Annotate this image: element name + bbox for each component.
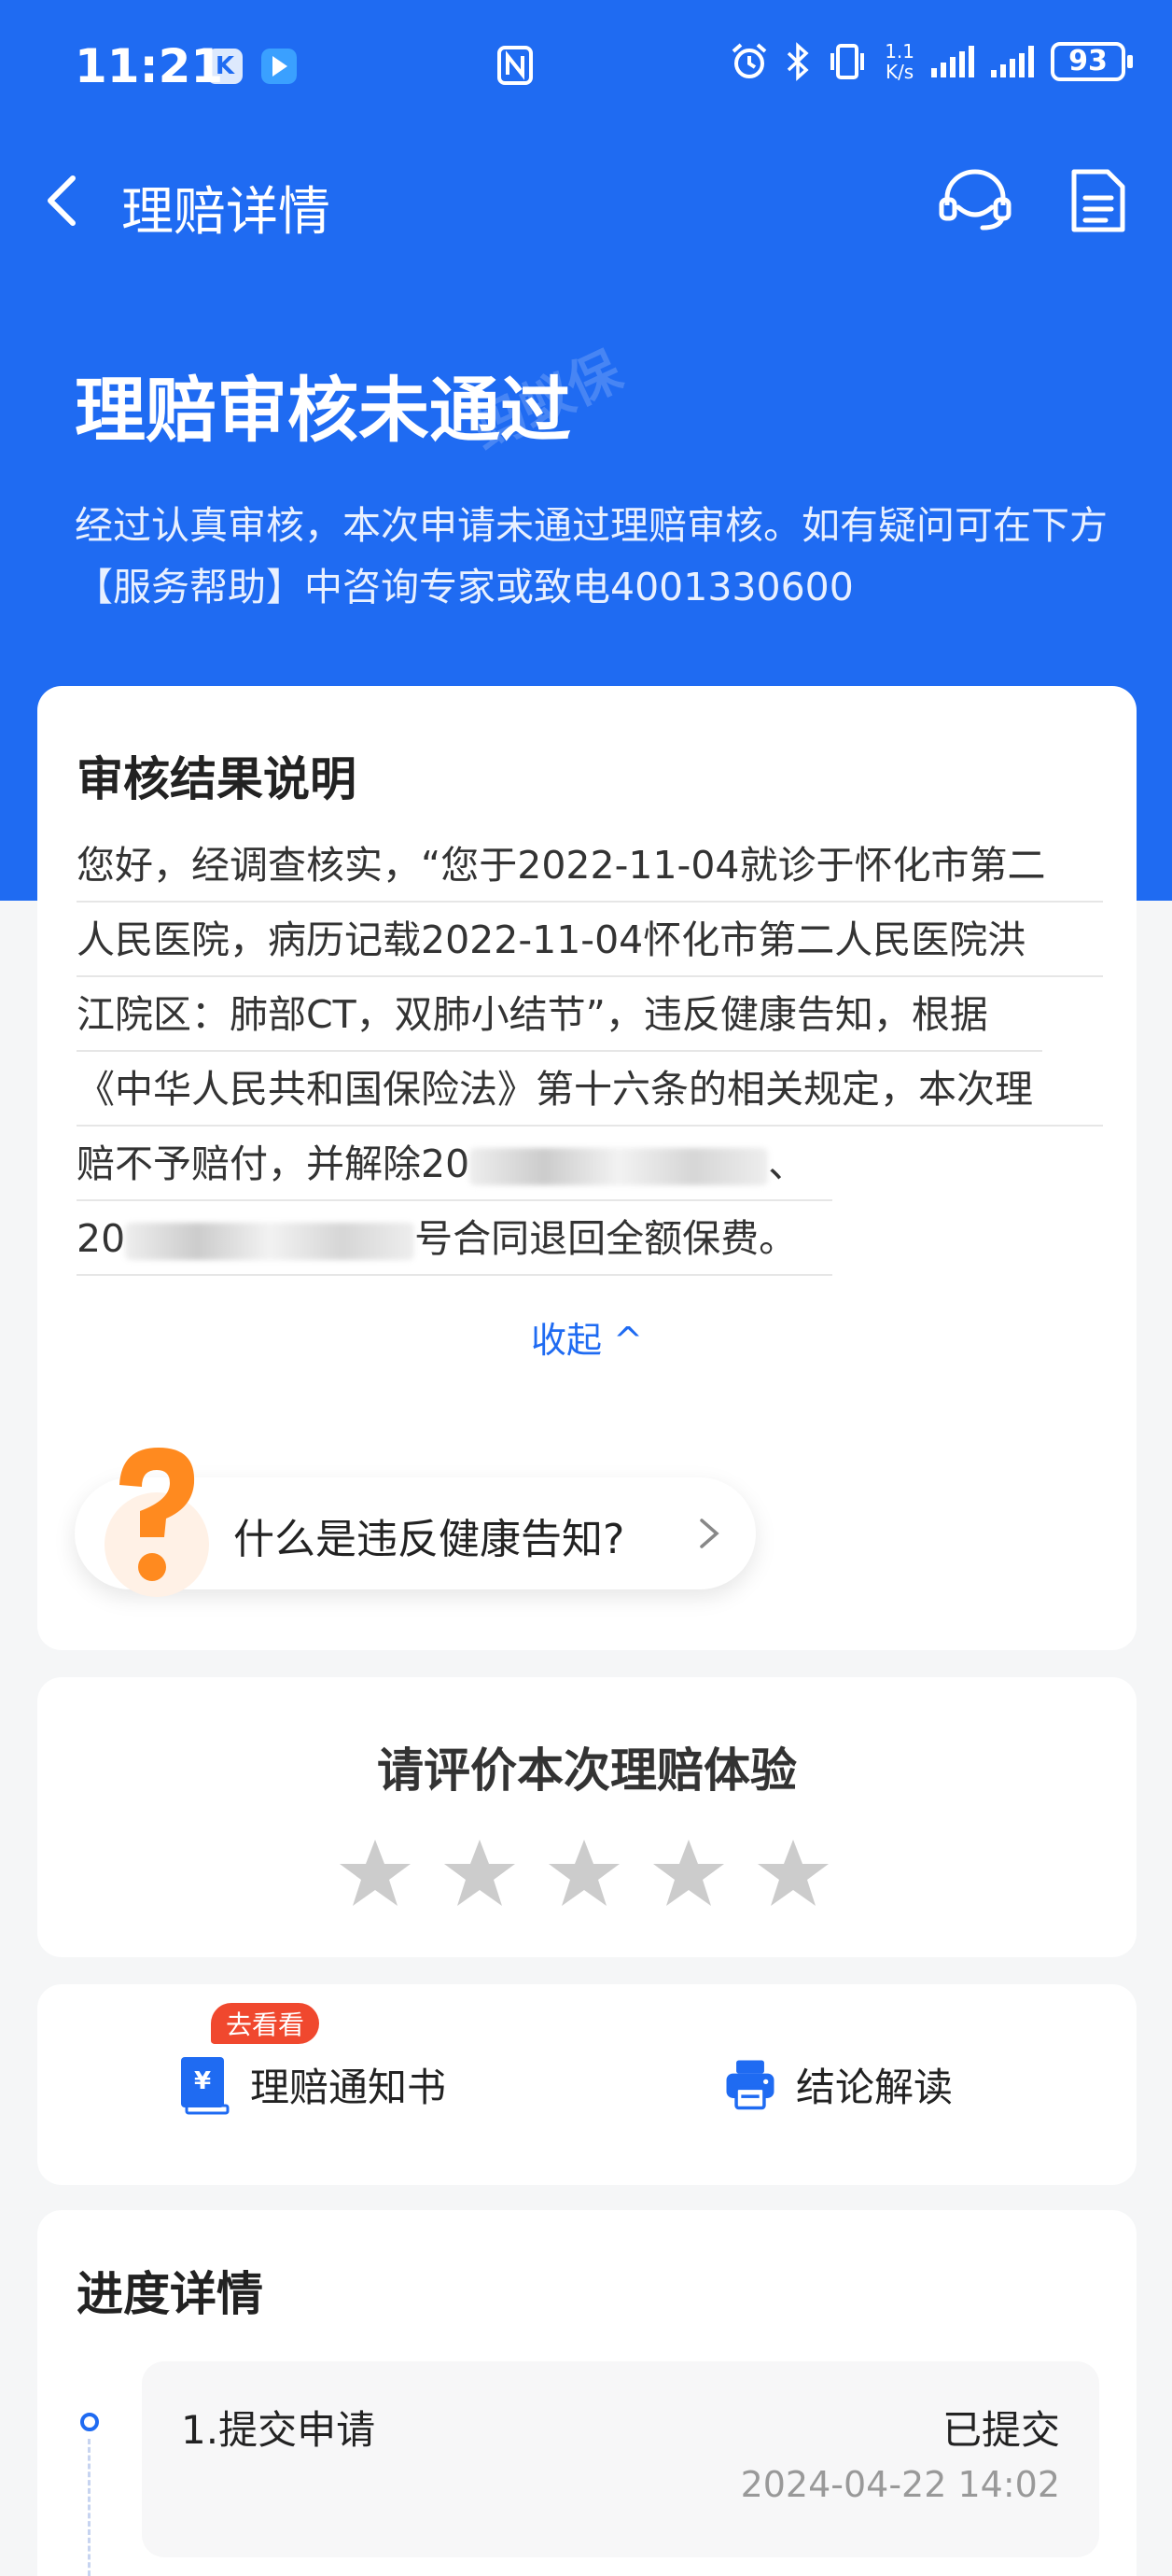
alarm-icon (732, 43, 767, 78)
nav-bar: 理赔详情 (0, 149, 1172, 252)
progress-title: 进度详情 (77, 2267, 263, 2321)
actions-card: 去看看 ¥ 理赔通知书 结论解读 (37, 1984, 1137, 2185)
progress-step: 1.提交申请 已提交 2024-04-22 14:02 (142, 2361, 1099, 2557)
document-icon[interactable] (1068, 166, 1128, 235)
result-line: 赔不予赔付，并解除20、 (77, 1127, 832, 1201)
claim-status-subtitle: 经过认真审核，本次申请未通过理赔审核。如有疑问可在下方【服务帮助】中咨询专家或致… (75, 503, 1108, 609)
result-line: 《中华人民共和国保险法》第十六条的相关规定，本次理 (77, 1052, 1103, 1127)
step-time: 2024-04-22 14:02 (740, 2464, 1060, 2505)
rating-title: 请评价本次理赔体验 (377, 1743, 797, 1798)
bookmark-app-icon (261, 49, 297, 84)
page-title: 理赔详情 (121, 182, 330, 243)
svg-text:¥: ¥ (194, 2067, 211, 2095)
star-icon[interactable] (547, 1836, 621, 1911)
result-text: 您好，经调查核实，“您于2022-11-04就诊于怀化市第二 人民医院，病历记载… (77, 828, 1103, 1276)
chevron-right-icon (700, 1519, 719, 1548)
k-app-icon: K (207, 49, 243, 84)
result-line: 人民医院，病历记载2022-11-04怀化市第二人民医院洪 (77, 903, 1103, 977)
customer-service-icon[interactable] (938, 168, 1012, 233)
nfc-icon (497, 46, 533, 85)
result-line: 江院区：肺部CT，双肺小结节”，违反健康告知，根据 (77, 977, 1042, 1052)
signal-2-icon (991, 46, 1034, 77)
result-card: 审核结果说明 您好，经调查核实，“您于2022-11-04就诊于怀化市第二 人民… (37, 686, 1137, 1650)
collapse-button[interactable]: 收起 ^ (37, 1311, 1137, 1363)
result-line: 您好，经调查核实，“您于2022-11-04就诊于怀化市第二 (77, 828, 1103, 903)
printer-icon (726, 2060, 774, 2110)
claim-notice-button[interactable]: ¥ 理赔通知书 (177, 2053, 446, 2115)
result-title: 审核结果说明 (77, 752, 356, 806)
net-speed: 1.1 K/s (885, 40, 914, 83)
go-see-badge: 去看看 (211, 2003, 320, 2044)
back-arrow-icon[interactable] (37, 173, 93, 229)
question-mark-icon (105, 1448, 209, 1597)
star-rating[interactable] (338, 1836, 830, 1911)
claim-notice-label: 理赔通知书 (250, 2064, 447, 2110)
battery-icon: 93 (1051, 42, 1133, 81)
result-line: 20 号合同退回全额保费。 (77, 1201, 832, 1276)
redacted-text (125, 1223, 415, 1260)
rating-card: 请评价本次理赔体验 (37, 1677, 1137, 1957)
faq-label: 什么是违反健康告知? (233, 1516, 625, 1563)
timeline-dot (80, 2413, 99, 2431)
conclusion-label: 结论解读 (796, 2064, 954, 2110)
book-icon: ¥ (181, 2057, 230, 2115)
star-icon[interactable] (442, 1836, 517, 1911)
status-bar: 11:21 K 1.1 K/s 93 (0, 0, 1172, 135)
step-status: 已提交 (942, 2407, 1060, 2453)
star-icon[interactable] (756, 1836, 830, 1911)
star-icon[interactable] (651, 1836, 726, 1911)
bluetooth-icon (787, 42, 809, 81)
step-name: 1.提交申请 (181, 2407, 376, 2453)
health-notice-faq-button[interactable]: 什么是违反健康告知? (75, 1448, 756, 1597)
timeline-line (88, 2439, 91, 2576)
signal-icon (931, 46, 974, 77)
redacted-text (469, 1148, 769, 1185)
clock: 11:21 (75, 39, 224, 93)
vibrate-icon (830, 44, 865, 79)
star-icon[interactable] (338, 1836, 412, 1911)
conclusion-button[interactable]: 结论解读 (723, 2053, 953, 2115)
progress-card: 进度详情 1.提交申请 已提交 2024-04-22 14:02 (37, 2210, 1137, 2576)
